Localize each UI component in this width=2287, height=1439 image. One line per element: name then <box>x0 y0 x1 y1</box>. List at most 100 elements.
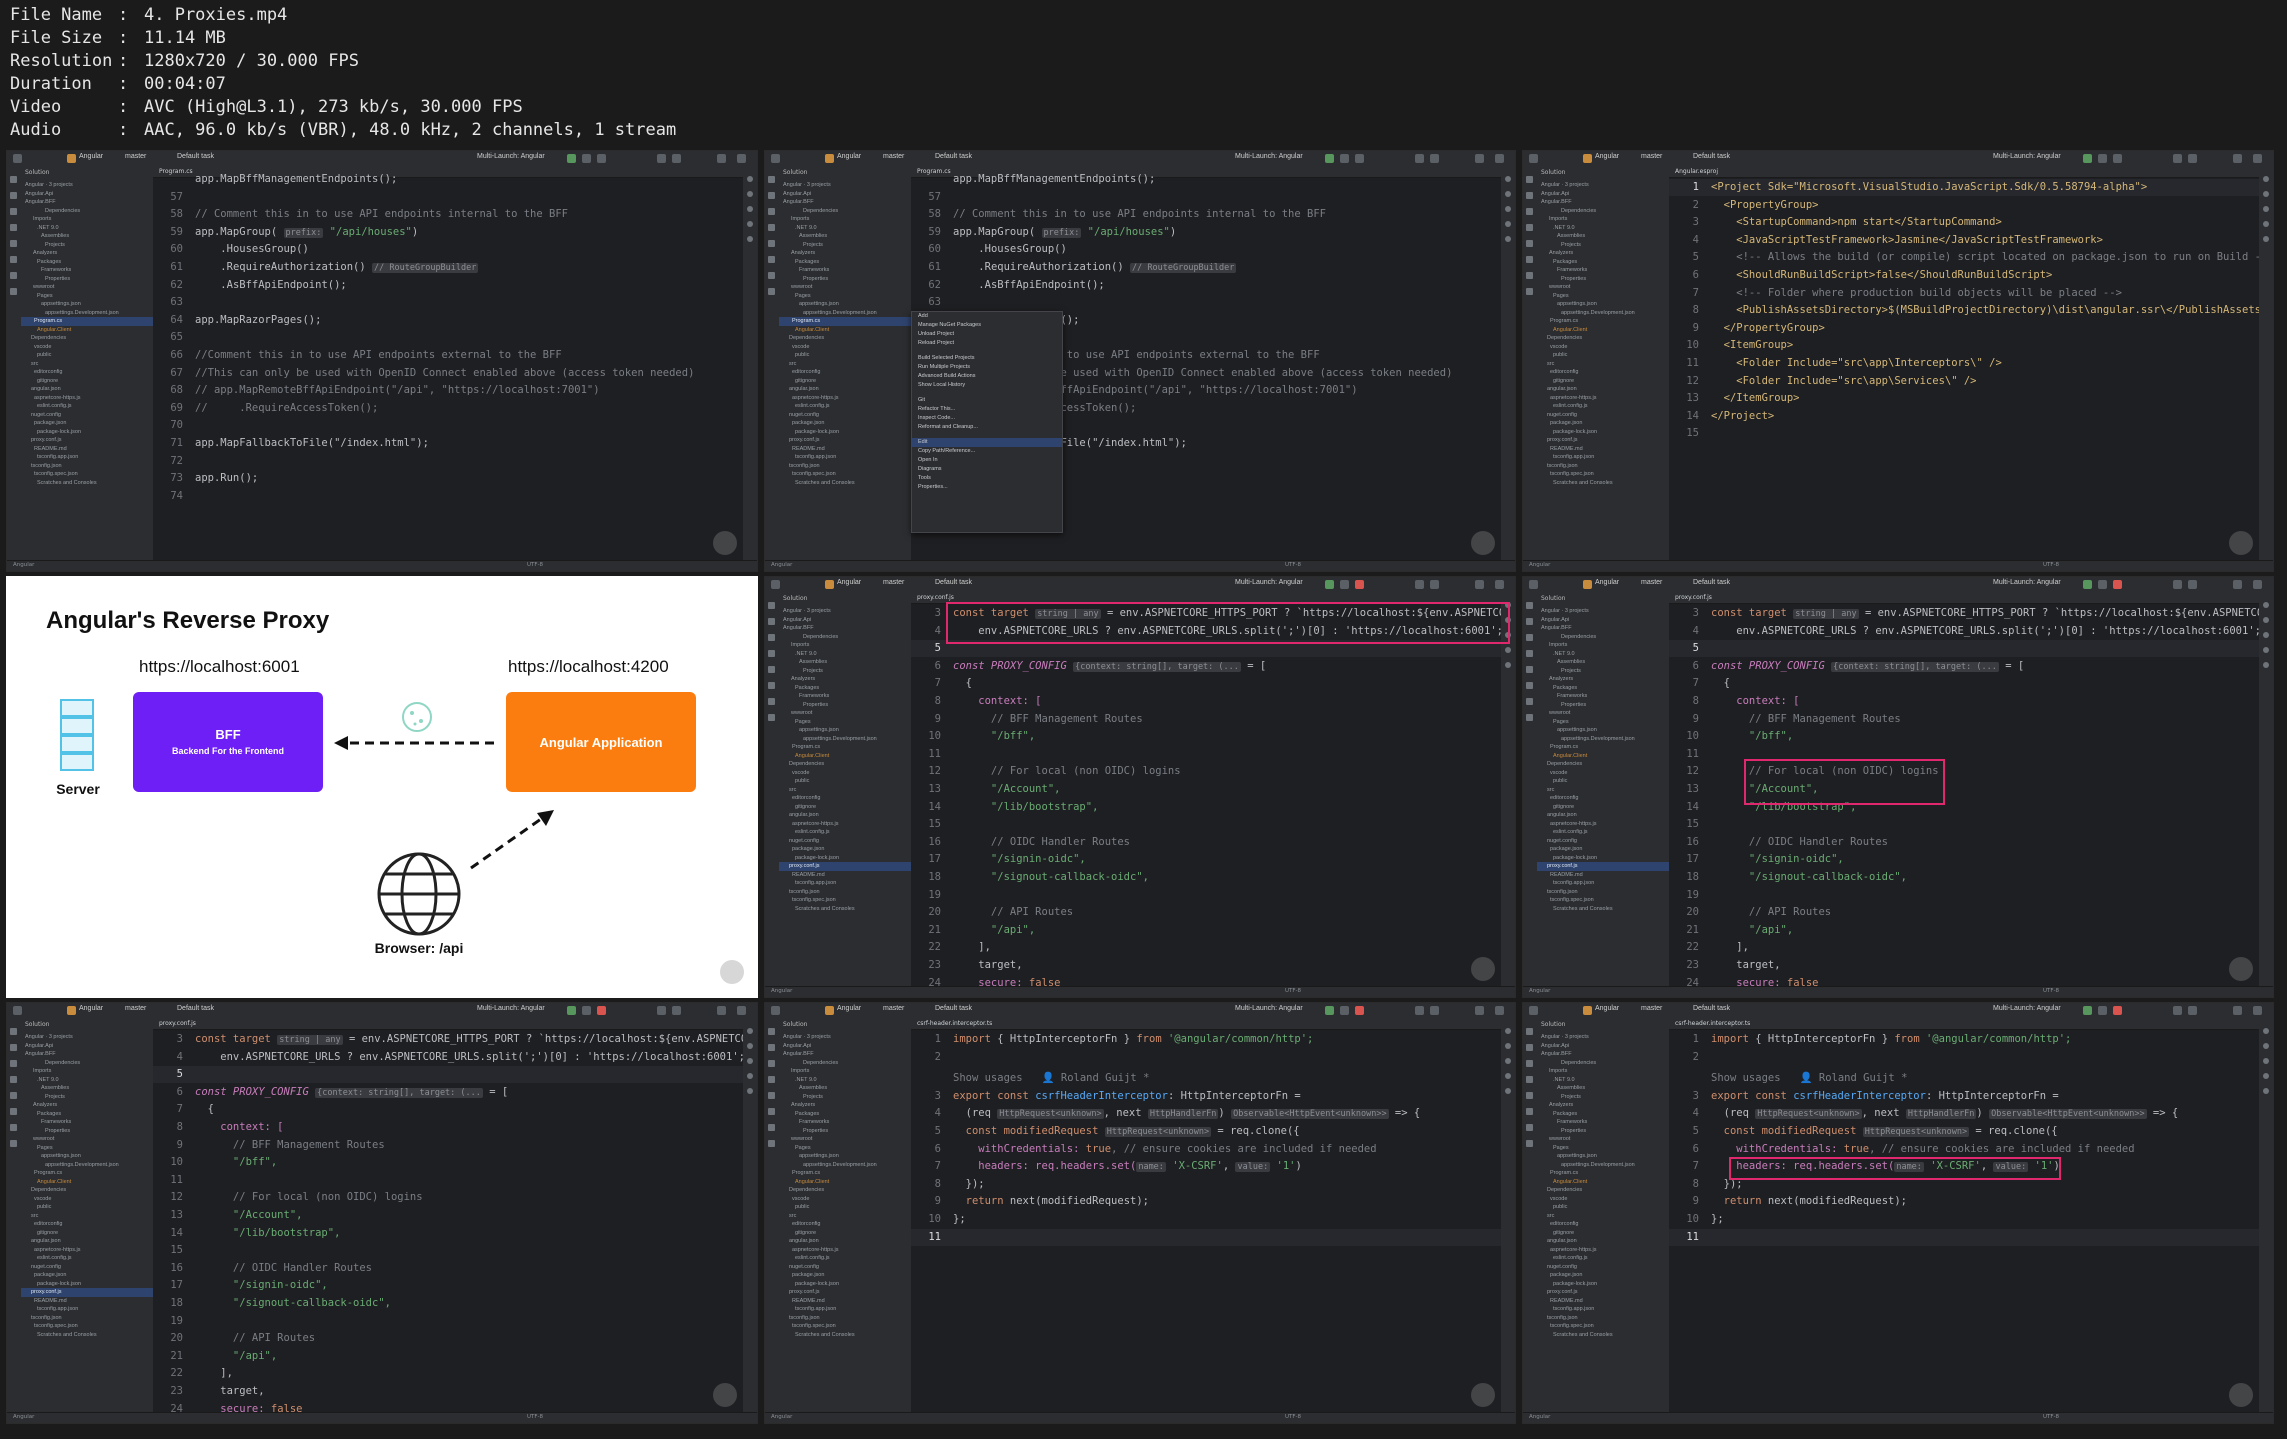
project-tree-item[interactable]: Program.cs <box>21 1169 153 1178</box>
project-tree-item[interactable]: Imports <box>1537 215 1669 224</box>
project-tree-item[interactable]: Projects <box>1537 1093 1669 1102</box>
project-tree-item[interactable]: Program.cs <box>1537 743 1669 752</box>
project-tree-item[interactable]: Imports <box>779 1067 911 1076</box>
tool-window-icon[interactable] <box>768 714 775 721</box>
project-tree-item[interactable]: proxy.conf.js <box>779 1288 911 1297</box>
project-tree-item[interactable]: tsconfig.json <box>779 888 911 897</box>
tool-window-icon[interactable] <box>1526 1140 1533 1147</box>
project-tree-item[interactable]: Imports <box>21 1067 153 1076</box>
code-editor[interactable]: proxy.conf.js 3 const target string | any… <box>911 593 1501 987</box>
project-tree-item[interactable]: src <box>1537 1212 1669 1221</box>
status-encoding[interactable]: UTF-8 <box>527 1414 543 1420</box>
close-icon[interactable] <box>2253 154 2262 163</box>
project-tree-item[interactable]: Dependencies <box>21 1059 153 1068</box>
project-tree-item[interactable]: Dependencies <box>1537 633 1669 642</box>
project-switcher[interactable]: Angular <box>1595 579 1619 586</box>
project-tree-item[interactable]: Packages <box>779 684 911 693</box>
project-tree-item[interactable]: vscode <box>779 1195 911 1204</box>
branch-switcher[interactable]: master <box>883 579 904 586</box>
project-tree-item[interactable]: Assemblies <box>779 1084 911 1093</box>
project-tree-item[interactable]: Properties <box>21 1127 153 1136</box>
tool-window-icon[interactable] <box>1526 1092 1533 1099</box>
run-icon[interactable] <box>567 154 576 163</box>
project-tree-item[interactable]: tsconfig.app.json <box>779 453 911 462</box>
tool-window-icon[interactable] <box>1526 634 1533 641</box>
minimize-icon[interactable] <box>2233 580 2242 589</box>
project-tree-item[interactable]: public <box>21 351 153 360</box>
project-tree-item[interactable]: Scratches and Consoles <box>779 905 911 914</box>
project-tree-item[interactable]: Frameworks <box>21 1118 153 1127</box>
side-tool-icon[interactable] <box>2263 221 2269 227</box>
project-tree-item[interactable]: appsettings.json <box>1537 1152 1669 1161</box>
project-tree-item[interactable]: tsconfig.spec.json <box>1537 896 1669 905</box>
stop-icon[interactable] <box>1355 1006 1364 1015</box>
project-tree-item[interactable]: angular.json <box>1537 385 1669 394</box>
project-tree-item[interactable]: Dependencies <box>1537 1059 1669 1068</box>
project-tree-item[interactable]: editorconfig <box>21 368 153 377</box>
project-tree-item[interactable]: tsconfig.app.json <box>1537 453 1669 462</box>
debug-icon[interactable] <box>582 1006 591 1015</box>
status-encoding[interactable]: UTF-8 <box>2043 988 2059 994</box>
settings-icon[interactable] <box>1430 1006 1439 1015</box>
project-tree-item[interactable]: Properties <box>1537 1127 1669 1136</box>
project-tree-item[interactable]: Assemblies <box>1537 232 1669 241</box>
project-tree-item[interactable]: Pages <box>21 292 153 301</box>
tool-window-icon[interactable] <box>10 272 17 279</box>
side-tool-icon[interactable] <box>1505 236 1511 242</box>
project-tree-item[interactable]: README.md <box>1537 871 1669 880</box>
stop-icon[interactable] <box>2113 580 2122 589</box>
menu-icon[interactable] <box>771 1006 780 1015</box>
project-tree-item[interactable]: Frameworks <box>779 692 911 701</box>
close-icon[interactable] <box>1495 1006 1504 1015</box>
menu-icon[interactable] <box>1529 154 1538 163</box>
project-tree-item[interactable]: appsettings.Development.json <box>1537 735 1669 744</box>
project-tree-item[interactable]: tsconfig.spec.json <box>779 470 911 479</box>
branch-switcher[interactable]: master <box>883 1005 904 1012</box>
project-tree-item[interactable]: Analyzers <box>1537 675 1669 684</box>
project-switcher[interactable]: Angular <box>837 153 861 160</box>
project-tree-item[interactable]: Analyzers <box>779 675 911 684</box>
project-tree-item[interactable]: Frameworks <box>779 266 911 275</box>
minimize-icon[interactable] <box>1475 154 1484 163</box>
project-tree-item[interactable]: src <box>21 360 153 369</box>
project-tree-item[interactable]: Angular · 3 projects <box>779 181 911 190</box>
branch-switcher[interactable]: master <box>1641 1005 1662 1012</box>
menu-icon[interactable] <box>771 580 780 589</box>
side-tool-icon[interactable] <box>747 236 753 242</box>
tool-window-icon[interactable] <box>1526 1060 1533 1067</box>
tool-window-icon[interactable] <box>768 618 775 625</box>
tool-window-icon[interactable] <box>1526 1028 1533 1035</box>
run-icon[interactable] <box>567 1006 576 1015</box>
project-tree-item[interactable]: appsettings.Development.json <box>779 735 911 744</box>
project-tree-item[interactable]: proxy.conf.js <box>21 436 153 445</box>
code-editor[interactable]: csrf-header.interceptor.ts 1 import { Htt… <box>1669 1019 2259 1413</box>
side-tool-icon[interactable] <box>1505 662 1511 668</box>
side-tool-icon[interactable] <box>747 1088 753 1094</box>
settings-icon[interactable] <box>672 154 681 163</box>
project-tree-item[interactable]: vscode <box>1537 343 1669 352</box>
project-tree-item[interactable]: Dependencies <box>21 207 153 216</box>
project-tree-item[interactable]: editorconfig <box>779 1220 911 1229</box>
tool-window-icon[interactable] <box>768 682 775 689</box>
project-tree-item[interactable]: appsettings.json <box>779 1152 911 1161</box>
project-tree-item[interactable]: aspnetcore-https.js <box>779 394 911 403</box>
project-tree-item[interactable]: Analyzers <box>21 1101 153 1110</box>
project-tree-item[interactable]: appsettings.Development.json <box>21 1161 153 1170</box>
project-tree-item[interactable]: Pages <box>779 718 911 727</box>
project-tree-item[interactable]: tsconfig.app.json <box>21 1305 153 1314</box>
settings-icon[interactable] <box>2188 154 2197 163</box>
project-tree-item[interactable]: Angular.Client <box>779 326 911 335</box>
project-tree-item[interactable]: src <box>779 1212 911 1221</box>
task-switcher[interactable]: Default task <box>1693 1005 1730 1012</box>
tool-window-icon[interactable] <box>768 288 775 295</box>
project-tree-item[interactable]: tsconfig.spec.json <box>779 896 911 905</box>
project-tree-item[interactable]: Angular.BFF <box>779 198 911 207</box>
project-tree-item[interactable]: Angular.Api <box>21 1042 153 1051</box>
project-tree-item[interactable]: tsconfig.spec.json <box>1537 470 1669 479</box>
menu-icon[interactable] <box>771 154 780 163</box>
search-icon[interactable] <box>2173 1006 2182 1015</box>
project-tree-item[interactable]: appsettings.json <box>779 300 911 309</box>
project-tree-item[interactable]: Projects <box>779 241 911 250</box>
side-tool-icon[interactable] <box>2263 1073 2269 1079</box>
tool-window-icon[interactable] <box>768 602 775 609</box>
